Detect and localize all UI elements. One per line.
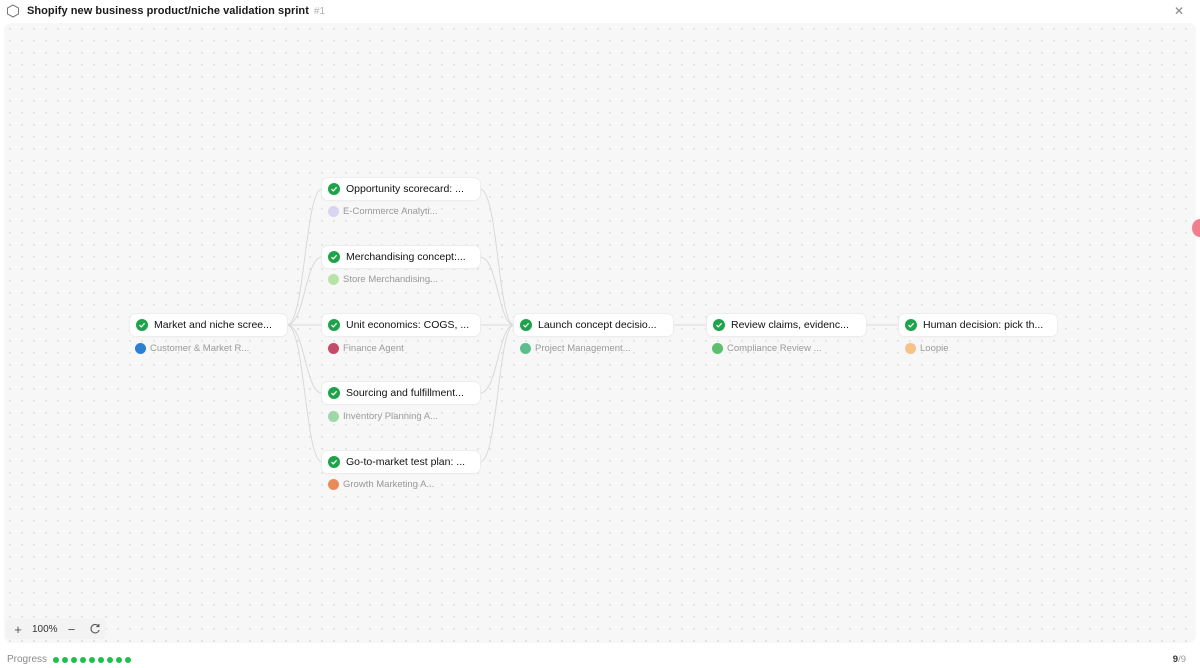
- agent-avatar-icon: [328, 479, 339, 490]
- agent-label: Growth Marketing A...: [328, 479, 434, 490]
- agent-avatar-icon: [712, 343, 723, 354]
- task-node-opportunity-scorecard[interactable]: Opportunity scorecard: ...: [322, 178, 480, 200]
- agent-name: Finance Agent: [343, 343, 404, 354]
- task-node-launch-decision[interactable]: Launch concept decisio...: [514, 314, 673, 336]
- zoom-level: 100%: [32, 623, 58, 635]
- progress-dots: [53, 656, 132, 663]
- agent-name: Loopie: [920, 343, 949, 354]
- agent-name: Inventory Planning A...: [343, 411, 439, 422]
- agent-label: Inventory Planning A...: [328, 411, 438, 422]
- task-node-unit-economics[interactable]: Unit economics: COGS, ...: [322, 314, 480, 336]
- progress-dot: [125, 656, 132, 663]
- progress-footer: Progress 9/9: [0, 651, 1200, 668]
- task-node-label: Sourcing and fulfillment...: [346, 387, 464, 399]
- page-number-badge: #1: [313, 5, 326, 17]
- agent-name: Customer & Market R...: [150, 343, 250, 354]
- check-circle-icon: [713, 319, 725, 331]
- task-node-label: Human decision: pick th...: [923, 319, 1044, 331]
- window-header: Shopify new business product/niche valid…: [0, 0, 1200, 22]
- agent-label: Compliance Review ...: [712, 343, 822, 354]
- agent-label: Project Management...: [520, 343, 631, 354]
- check-circle-icon: [328, 456, 340, 468]
- reset-view-icon[interactable]: [88, 622, 102, 636]
- zoom-controls: + 100% −: [6, 619, 106, 639]
- agent-label: Finance Agent: [328, 343, 404, 354]
- agent-avatar-icon: [328, 411, 339, 422]
- agent-label: E-Commerce Analyti...: [328, 206, 438, 217]
- agent-name: Compliance Review ...: [727, 343, 822, 354]
- check-circle-icon: [905, 319, 917, 331]
- progress-label: Progress: [7, 654, 48, 665]
- task-node-label: Review claims, evidenc...: [731, 319, 849, 331]
- check-circle-icon: [520, 319, 532, 331]
- task-node-label: Merchandising concept:...: [346, 251, 466, 263]
- progress-dot: [98, 656, 105, 663]
- task-node-sourcing-fulfillment[interactable]: Sourcing and fulfillment...: [322, 382, 480, 404]
- task-node-human-decision[interactable]: Human decision: pick th...: [899, 314, 1057, 336]
- agent-avatar-icon: [328, 343, 339, 354]
- zoom-out-button[interactable]: −: [64, 622, 80, 637]
- agent-name: E-Commerce Analyti...: [343, 206, 438, 217]
- agent-avatar-icon: [135, 343, 146, 354]
- agent-avatar-icon: [520, 343, 531, 354]
- agent-name: Store Merchandising...: [343, 274, 439, 285]
- progress-dot: [116, 656, 123, 663]
- hexagon-icon: [7, 4, 19, 18]
- task-node-label: Market and niche scree...: [154, 319, 272, 331]
- progress-count: 9/9: [1173, 654, 1186, 665]
- agent-name: Growth Marketing A...: [343, 479, 435, 490]
- agent-label: Store Merchandising...: [328, 274, 438, 285]
- task-node-label: Unit economics: COGS, ...: [346, 319, 470, 331]
- task-node-merchandising-concept[interactable]: Merchandising concept:...: [322, 246, 480, 268]
- progress-dot: [71, 656, 78, 663]
- progress-total: /9: [1178, 654, 1186, 665]
- page-title: Shopify new business product/niche valid…: [27, 5, 309, 17]
- check-circle-icon: [328, 183, 340, 195]
- zoom-in-button[interactable]: +: [10, 622, 26, 637]
- progress-dot: [107, 656, 114, 663]
- task-node-review-claims[interactable]: Review claims, evidenc...: [707, 314, 866, 336]
- check-circle-icon: [136, 319, 148, 331]
- agent-name: Project Management...: [535, 343, 631, 354]
- task-node-go-to-market[interactable]: Go-to-market test plan: ...: [322, 451, 480, 473]
- task-node-label: Launch concept decisio...: [538, 319, 657, 331]
- progress-dot: [80, 656, 87, 663]
- agent-label: Customer & Market R...: [135, 343, 249, 354]
- progress-dot: [89, 656, 96, 663]
- agent-avatar-icon: [328, 206, 339, 217]
- check-circle-icon: [328, 387, 340, 399]
- agent-avatar-icon: [328, 274, 339, 285]
- close-icon[interactable]: ✕: [1172, 4, 1186, 18]
- check-circle-icon: [328, 251, 340, 263]
- task-node-label: Opportunity scorecard: ...: [346, 183, 464, 195]
- check-circle-icon: [328, 319, 340, 331]
- progress-dot: [53, 656, 60, 663]
- agent-label: Loopie: [905, 343, 949, 354]
- progress-dot: [62, 656, 69, 663]
- task-node-label: Go-to-market test plan: ...: [346, 456, 466, 468]
- agent-avatar-icon: [905, 343, 916, 354]
- task-node-market-screening[interactable]: Market and niche scree...: [130, 314, 287, 336]
